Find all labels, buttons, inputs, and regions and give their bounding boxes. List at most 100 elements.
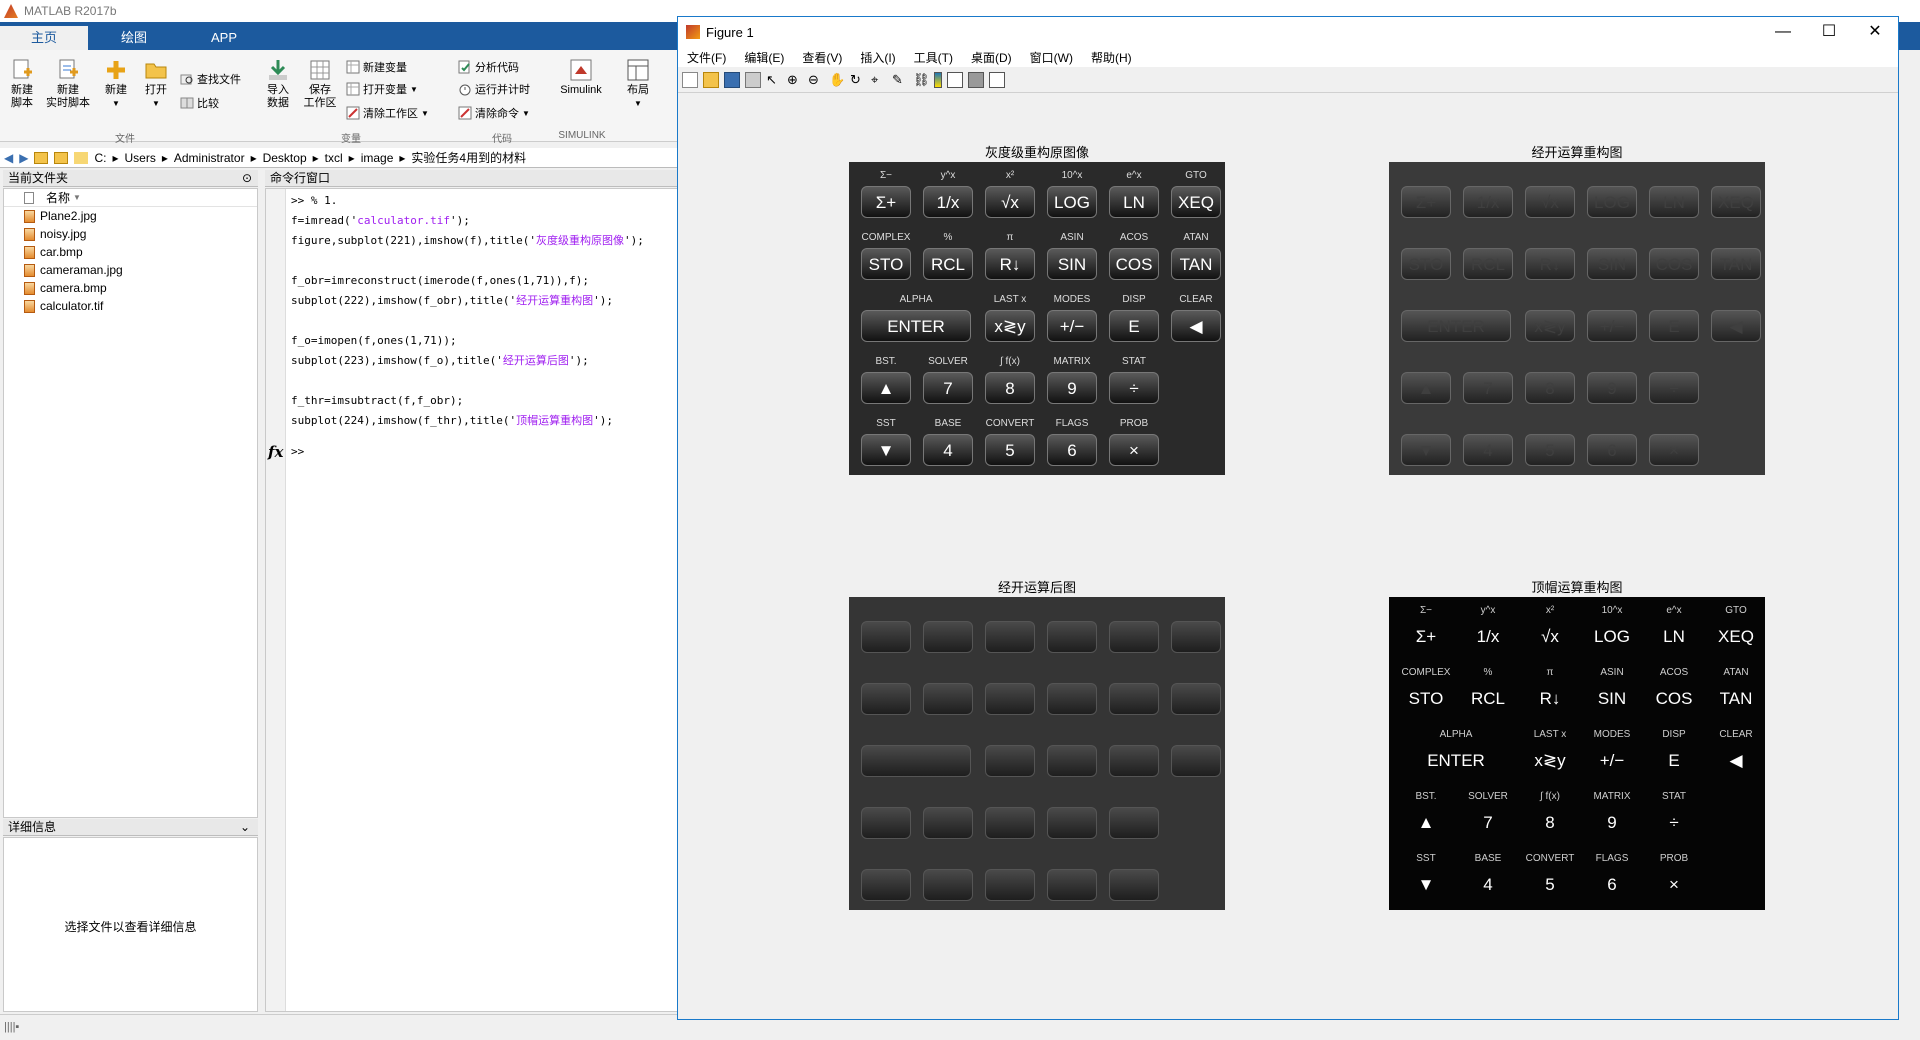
rotate-icon[interactable]: ↻ xyxy=(850,72,866,88)
brush-icon[interactable]: ✎ xyxy=(892,72,908,88)
file-item[interactable]: noisy.jpg xyxy=(4,225,257,243)
file-item[interactable]: calculator.tif xyxy=(4,297,257,315)
menu-desktop[interactable]: 桌面(D) xyxy=(962,49,1021,66)
save-icon[interactable] xyxy=(724,71,740,88)
file-item[interactable]: Plane2.jpg xyxy=(4,207,257,225)
command-window[interactable]: >> % 1. f=imread('calculator.tif'); figu… xyxy=(265,188,680,1012)
new-live-script-button[interactable]: 新建 实时脚本 xyxy=(46,58,90,110)
path-users[interactable]: Users xyxy=(125,151,156,165)
calculator-key: STO xyxy=(1408,689,1444,708)
path-materials[interactable]: 实验任务4用到的材料 xyxy=(411,149,526,166)
tab-home[interactable]: 主页 xyxy=(0,26,88,50)
legend-icon[interactable] xyxy=(947,71,963,88)
calculator-key: STO xyxy=(861,248,911,280)
menu-tools[interactable]: 工具(T) xyxy=(905,49,962,66)
file-item[interactable]: car.bmp xyxy=(4,243,257,261)
file-item[interactable]: cameraman.jpg xyxy=(4,261,257,279)
menu-view[interactable]: 查看(V) xyxy=(793,49,851,66)
panel-menu-icon[interactable]: ⊙ xyxy=(242,170,252,187)
compare-button[interactable]: 比较 xyxy=(180,94,219,112)
tab-plots[interactable]: 绘图 xyxy=(90,26,178,50)
new-figure-icon[interactable] xyxy=(682,71,698,88)
matlab-logo-icon xyxy=(4,4,18,18)
menu-edit[interactable]: 编辑(E) xyxy=(735,49,793,66)
calculator-key: LN xyxy=(1663,627,1685,646)
key-label: PROB xyxy=(1119,418,1149,429)
workspace-grid-icon xyxy=(308,58,332,82)
clear-commands-button[interactable]: 清除命令 ▼ xyxy=(458,104,530,122)
fx-icon[interactable]: fx xyxy=(268,443,283,461)
key-label: MODES xyxy=(1053,294,1091,305)
hide-tools-icon[interactable] xyxy=(968,71,984,88)
path-desktop[interactable]: Desktop xyxy=(263,151,307,165)
key-label: BST. xyxy=(875,356,897,367)
save-workspace-button[interactable]: 保存 工作区 xyxy=(302,58,338,110)
calculator-key: ▼ xyxy=(861,434,911,466)
forward-arrow-icon[interactable]: ▶ xyxy=(19,151,28,165)
clear-workspace-button[interactable]: 清除工作区 ▼ xyxy=(346,104,429,122)
new-button[interactable]: 新建 ▼ xyxy=(98,58,134,110)
close-icon[interactable]: ✕ xyxy=(1852,17,1898,47)
open-file-icon[interactable] xyxy=(703,71,719,88)
layout-button[interactable]: 布局 ▼ xyxy=(620,58,656,110)
key-label: ACOS xyxy=(1119,232,1149,243)
path-sep-icon: ▸ xyxy=(112,150,119,165)
calculator-key xyxy=(1047,745,1097,777)
zoom-out-icon[interactable]: ⊖ xyxy=(808,72,824,88)
menu-help[interactable]: 帮助(H) xyxy=(1082,49,1141,66)
new-variable-button[interactable]: 新建变量 xyxy=(346,58,407,76)
menu-insert[interactable]: 插入(I) xyxy=(851,49,904,66)
key-label: ALPHA xyxy=(899,294,933,305)
key-label: SST xyxy=(876,418,896,429)
folder-icon xyxy=(144,58,168,82)
link-icon[interactable]: ⛓ xyxy=(913,72,930,88)
find-files-button[interactable]: 查找文件 xyxy=(180,70,241,88)
details-header[interactable]: 详细信息 ⌄ xyxy=(3,819,258,836)
import-data-button[interactable]: 导入 数据 xyxy=(262,58,294,110)
path-image[interactable]: image xyxy=(361,151,394,165)
new-script-button[interactable]: 新建 脚本 xyxy=(4,58,40,110)
pan-icon[interactable]: ✋ xyxy=(829,72,845,88)
calculator-key: 5 xyxy=(1545,875,1555,894)
run-and-time-button[interactable]: 运行并计时 xyxy=(458,80,530,98)
maximize-icon[interactable]: ☐ xyxy=(1806,17,1852,47)
menu-file[interactable]: 文件(F) xyxy=(678,49,735,66)
calculator-key: 7 xyxy=(923,372,973,404)
zoom-in-icon[interactable]: ⊕ xyxy=(787,72,803,88)
chevron-down-icon[interactable]: ⌄ xyxy=(240,819,250,836)
data-cursor-icon[interactable]: ⌖ xyxy=(871,72,887,88)
calculator-key: ▼ xyxy=(1417,875,1435,894)
command-prompt[interactable]: >> xyxy=(291,445,304,458)
path-c[interactable]: C: xyxy=(94,151,106,165)
tab-apps[interactable]: APP xyxy=(180,26,268,50)
file-list-header[interactable]: 名称 ▼ xyxy=(4,189,257,207)
analyze-code-icon xyxy=(458,60,472,74)
file-item[interactable]: camera.bmp xyxy=(4,279,257,297)
path-sep-icon: ▸ xyxy=(348,150,355,165)
simulink-button[interactable]: Simulink xyxy=(556,58,606,97)
open-variable-button[interactable]: 打开变量 ▼ xyxy=(346,80,418,98)
calculator-key: Σ+ xyxy=(1415,627,1437,646)
calculator-key xyxy=(985,683,1035,715)
up-folder-icon[interactable] xyxy=(34,151,49,164)
path-txcl[interactable]: txcl xyxy=(325,151,343,165)
calculator-key xyxy=(861,745,971,777)
menu-window[interactable]: 窗口(W) xyxy=(1021,49,1082,66)
print-icon[interactable] xyxy=(745,71,761,88)
path-administrator[interactable]: Administrator xyxy=(174,151,245,165)
colorbar-icon[interactable] xyxy=(934,71,942,88)
show-tools-icon[interactable] xyxy=(989,71,1005,88)
open-button[interactable]: 打开 ▼ xyxy=(140,58,172,110)
reconstructed-image: Σ+ 1/x √x LOG LN XEQ STO RCL R↓ SIN COS TAN ENTER x≷y… xyxy=(1389,162,1765,475)
analyze-code-button[interactable]: 分析代码 xyxy=(458,58,519,76)
minimize-icon[interactable]: — xyxy=(1760,17,1806,47)
calculator-key: SIN xyxy=(1047,248,1097,280)
browse-folder-icon[interactable] xyxy=(54,151,69,164)
calculator-key: E xyxy=(1649,310,1699,342)
image-file-icon xyxy=(24,227,35,241)
subplot-opening: 经开运算后图 xyxy=(849,577,1225,917)
calculator-key: TAN xyxy=(1171,248,1221,280)
pointer-icon[interactable]: ↖ xyxy=(766,72,782,88)
back-arrow-icon[interactable]: ◀ xyxy=(4,151,13,165)
calculator-key: LOG xyxy=(1047,186,1097,218)
